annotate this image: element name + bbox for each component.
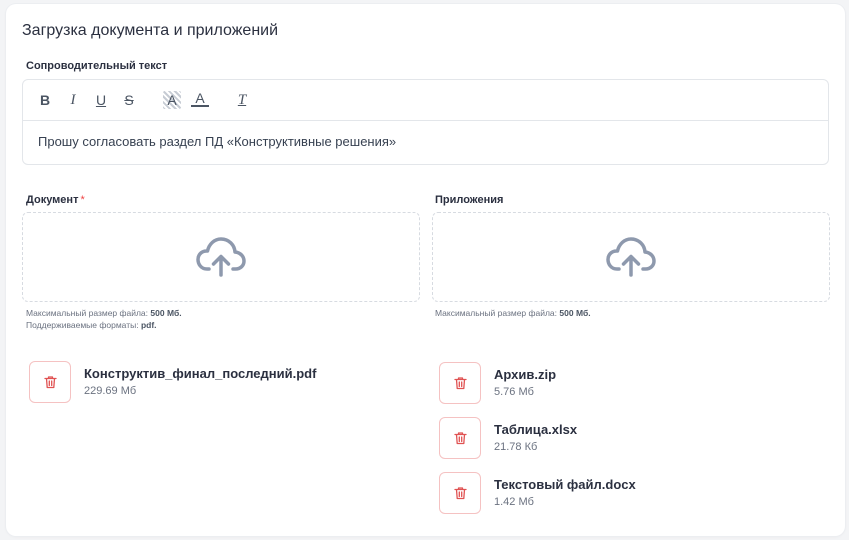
trash-icon [453,487,467,500]
page-title: Загрузка документа и приложений [22,22,279,39]
hint-size-value: 500 Мб. [150,308,182,318]
file-size: 5.76 Мб [494,386,534,398]
trash-icon [43,376,57,389]
file-item: Текстовый файл.docx 1.42 Мб [439,472,819,514]
attachments-label: Приложения [435,194,504,206]
document-dropzone[interactable] [22,212,420,302]
trash-icon [453,377,467,390]
attachments-hint: Максимальный размер файла: 500 Мб. [435,307,591,319]
italic-icon[interactable]: I [64,91,82,109]
strikethrough-icon[interactable]: S [120,91,138,109]
clear-format-icon[interactable]: T [233,91,251,109]
hint-size-label: Максимальный размер файла: [26,308,149,318]
upload-card: Загрузка документа и приложений Сопровод… [6,4,845,536]
highlight-icon[interactable]: A [163,91,181,109]
attachments-dropzone[interactable] [432,212,830,302]
hint-formats-label: Поддерживаемые форматы: [26,320,139,330]
trash-icon [453,432,467,445]
delete-button[interactable] [29,361,71,403]
document-label: Документ * [26,194,85,206]
document-hint: Максимальный размер файла: 500 Мб. Подде… [26,307,182,331]
document-label-text: Документ [26,194,79,206]
delete-button[interactable] [439,472,481,514]
hint-formats-value: pdf. [140,320,157,330]
hint-size-value: 500 Мб. [559,308,591,318]
file-item: Таблица.xlsx 21.78 Кб [439,417,819,459]
editor-label: Сопроводительный текст [26,60,168,72]
file-item: Архив.zip 5.76 Мб [439,362,819,404]
delete-button[interactable] [439,362,481,404]
underline-icon[interactable]: U [92,91,110,109]
file-name: Конструктив_финал_последний.pdf [84,366,317,381]
file-size: 21.78 Кб [494,441,538,453]
file-name: Текстовый файл.docx [494,477,636,492]
editor-content[interactable]: Прошу согласовать раздел ПД «Конструктив… [38,134,396,149]
file-name: Архив.zip [494,367,557,382]
file-name: Таблица.xlsx [494,422,578,437]
editor-toolbar: B I U S A A T [23,80,828,121]
required-mark: * [80,194,85,206]
file-size: 1.42 Мб [494,496,534,508]
file-item: Конструктив_финал_последний.pdf 229.69 М… [29,361,409,403]
file-size: 229.69 Мб [84,385,137,397]
upload-cloud-icon [606,237,656,277]
hint-size-label: Максимальный размер файла: [435,308,558,318]
bold-icon[interactable]: B [36,91,54,109]
delete-button[interactable] [439,417,481,459]
rich-text-editor[interactable]: B I U S A A T Прошу согласовать раздел П… [22,79,829,165]
text-color-icon[interactable]: A [191,90,209,107]
upload-cloud-icon [196,237,246,277]
